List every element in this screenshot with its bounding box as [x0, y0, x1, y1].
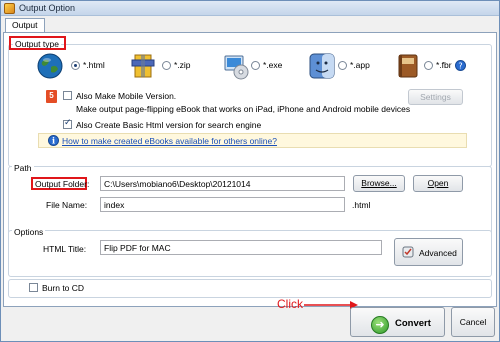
- mobile-settings-button[interactable]: Settings: [408, 89, 463, 105]
- output-tab-panel: Output type *.html *.zip *.exe *.app *.f…: [3, 32, 497, 307]
- basic-html-label: Also Create Basic Html version for searc…: [76, 120, 262, 130]
- window-title: Output Option: [19, 3, 76, 13]
- mac-finder-icon: [309, 53, 335, 79]
- mobile-version-checkbox[interactable]: [63, 91, 72, 100]
- file-name-label: File Name:: [46, 200, 88, 210]
- globe-icon: [37, 53, 63, 79]
- convert-arrow-icon: ➜: [371, 316, 389, 334]
- file-name-field[interactable]: index: [100, 197, 345, 212]
- cancel-button[interactable]: Cancel: [451, 307, 495, 337]
- html5-badge-text: 5: [49, 91, 54, 100]
- format-zip-label: *.zip: [174, 60, 191, 70]
- output-folder-field[interactable]: C:\Users\mobiano6\Desktop\20121014: [100, 176, 345, 191]
- browse-button-label: Browse...: [361, 178, 397, 188]
- burn-to-cd-checkbox[interactable]: [29, 283, 38, 292]
- tab-strip: Output: [3, 17, 499, 33]
- html5-icon: 5: [46, 90, 57, 103]
- title-bar: Output Option: [1, 1, 499, 16]
- zip-archive-icon: [131, 54, 155, 78]
- output-option-dialog: Output Option Output Output type *.html …: [0, 0, 500, 342]
- open-button-label: Open: [427, 178, 449, 188]
- exe-cd-icon: [224, 55, 249, 80]
- output-type-highlight: [9, 36, 66, 50]
- format-fbr-radio[interactable]: [424, 61, 433, 70]
- advanced-button[interactable]: Advanced: [394, 238, 463, 266]
- book-icon: [398, 54, 418, 78]
- advanced-settings-icon: [402, 246, 414, 258]
- click-annotation: Click: [277, 297, 303, 311]
- help-online-link[interactable]: How to make created eBooks available for…: [62, 136, 277, 146]
- format-app-radio[interactable]: [338, 61, 347, 70]
- format-exe-radio[interactable]: [251, 61, 260, 70]
- format-exe-label: *.exe: [263, 60, 283, 70]
- format-html-radio[interactable]: [71, 61, 80, 70]
- info-icon: i: [48, 135, 59, 146]
- mobile-version-label: Also Make Mobile Version.: [76, 91, 177, 101]
- open-button[interactable]: Open: [413, 175, 463, 192]
- mobile-version-description: Make output page-flipping eBook that wor…: [76, 104, 411, 114]
- format-fbr-label: *.fbr: [436, 60, 452, 70]
- path-label: Path: [12, 163, 34, 173]
- tab-output[interactable]: Output: [5, 18, 45, 33]
- html-title-field[interactable]: Flip PDF for MAC: [100, 240, 382, 255]
- convert-button[interactable]: ➜ Convert: [350, 307, 445, 337]
- svg-text:?: ?: [458, 62, 462, 71]
- format-app-label: *.app: [350, 60, 370, 70]
- file-extension: .html: [352, 200, 371, 210]
- format-html-label: *.html: [83, 60, 105, 70]
- format-zip-radio[interactable]: [162, 61, 171, 70]
- html-title-label: HTML Title:: [43, 244, 87, 254]
- svg-text:i: i: [52, 136, 55, 146]
- options-label: Options: [12, 227, 46, 237]
- help-icon[interactable]: ?: [455, 60, 466, 71]
- output-folder-label: Output Folder:: [35, 179, 90, 189]
- basic-html-checkbox[interactable]: [63, 118, 72, 129]
- app-icon: [4, 3, 15, 14]
- browse-button[interactable]: Browse...: [353, 175, 405, 192]
- convert-button-label: Convert: [395, 318, 431, 329]
- advanced-button-label: Advanced: [419, 248, 457, 258]
- burn-to-cd-label: Burn to CD: [42, 283, 85, 293]
